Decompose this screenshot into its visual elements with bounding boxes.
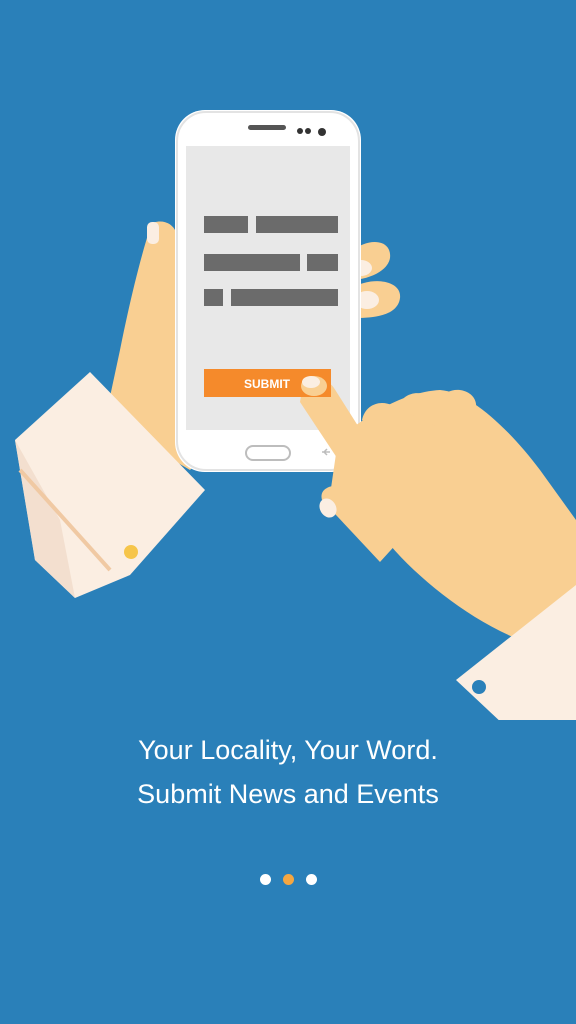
headline-line-2: Submit News and Events [137,779,439,809]
right-hand-illustration [300,376,576,720]
page-indicator [0,874,576,885]
page-dot-1[interactable] [259,874,271,885]
headline-line-1: Your Locality, Your Word. [138,735,438,765]
phone-hands-illustration: SUBMIT [15,110,576,720]
submit-button-label: SUBMIT [244,377,291,391]
page-dot-2-active[interactable] [282,874,294,885]
onboarding-screen: SUBMIT Your Locality, Your Word. Submit … [0,0,576,1024]
fingernail-illustration [302,376,320,388]
page-dot-3[interactable] [305,874,317,885]
onboarding-caption: Your Locality, Your Word. Submit News an… [0,728,576,816]
